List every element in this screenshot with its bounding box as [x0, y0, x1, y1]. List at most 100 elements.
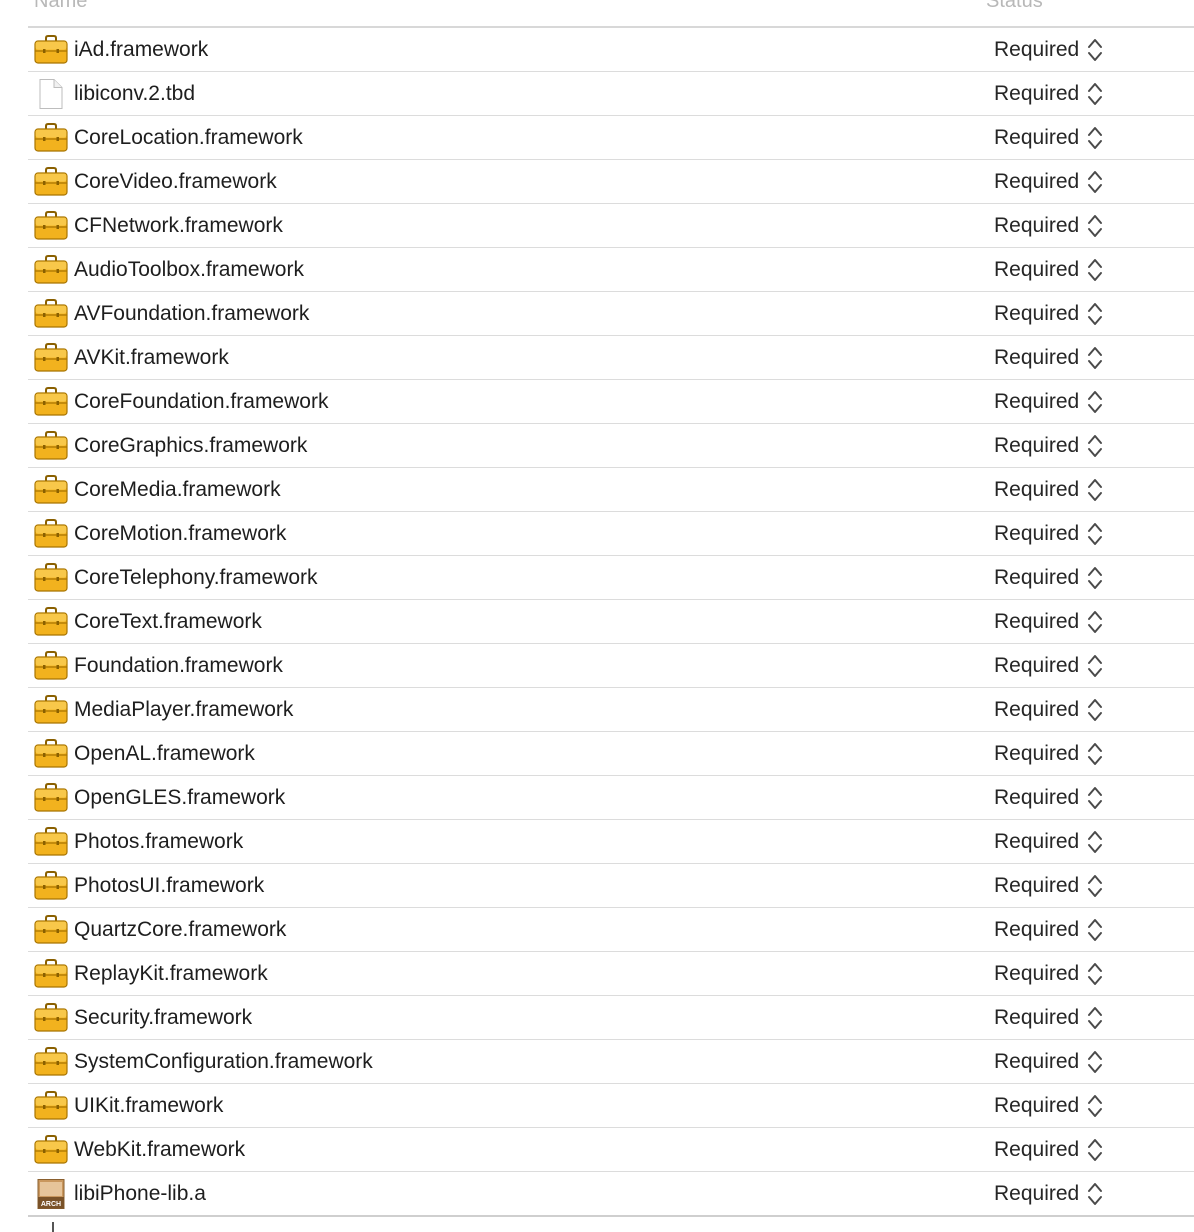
status-popup-button[interactable]: Required	[994, 424, 1103, 467]
status-label: Required	[994, 1094, 1080, 1117]
up-down-chevron-icon[interactable]	[1087, 608, 1103, 636]
table-row[interactable]: Security.framework Required	[28, 996, 1194, 1040]
status-popup-button[interactable]: Required	[994, 1128, 1103, 1171]
up-down-chevron-icon[interactable]	[1087, 916, 1103, 944]
up-down-chevron-icon[interactable]	[1087, 212, 1103, 240]
table-row[interactable]: AudioToolbox.framework Required	[28, 248, 1194, 292]
status-popup-button[interactable]: Required	[994, 952, 1103, 995]
framework-icon	[34, 827, 68, 857]
column-header-status[interactable]: Status	[986, 0, 1043, 13]
up-down-chevron-icon[interactable]	[1087, 696, 1103, 724]
up-down-chevron-icon[interactable]	[1087, 476, 1103, 504]
status-popup-button[interactable]: Required	[994, 908, 1103, 951]
status-popup-button[interactable]: Required	[994, 732, 1103, 775]
up-down-chevron-icon[interactable]	[1087, 960, 1103, 988]
status-label: Required	[994, 1006, 1080, 1029]
status-label: Required	[994, 258, 1080, 281]
file-name: Photos.framework	[74, 830, 244, 853]
status-popup-button[interactable]: Required	[994, 996, 1103, 1039]
up-down-chevron-icon[interactable]	[1087, 300, 1103, 328]
status-popup-button[interactable]: Required	[994, 248, 1103, 291]
file-name: CoreMotion.framework	[74, 522, 287, 545]
status-popup-button[interactable]: Required	[994, 820, 1103, 863]
table-row[interactable]: Photos.framework Required	[28, 820, 1194, 864]
table-row[interactable]: CoreFoundation.framework Required	[28, 380, 1194, 424]
table-row[interactable]: PhotosUI.framework Required	[28, 864, 1194, 908]
table-row[interactable]: QuartzCore.framework Required	[28, 908, 1194, 952]
status-popup-button[interactable]: Required	[994, 688, 1103, 731]
up-down-chevron-icon[interactable]	[1087, 1048, 1103, 1076]
table-row[interactable]: ReplayKit.framework Required	[28, 952, 1194, 996]
up-down-chevron-icon[interactable]	[1087, 168, 1103, 196]
archive-icon: ARCH	[34, 1179, 68, 1209]
table-row[interactable]: OpenAL.framework Required	[28, 732, 1194, 776]
up-down-chevron-icon[interactable]	[1087, 520, 1103, 548]
table-row[interactable]: UIKit.framework Required	[28, 1084, 1194, 1128]
up-down-chevron-icon[interactable]	[1087, 388, 1103, 416]
up-down-chevron-icon[interactable]	[1087, 784, 1103, 812]
file-name: CoreMedia.framework	[74, 478, 281, 501]
status-popup-button[interactable]: Required	[994, 600, 1103, 643]
table-row[interactable]: OpenGLES.framework Required	[28, 776, 1194, 820]
status-popup-button[interactable]: Required	[994, 160, 1103, 203]
status-popup-button[interactable]: Required	[994, 1084, 1103, 1127]
up-down-chevron-icon[interactable]	[1087, 1092, 1103, 1120]
table-row[interactable]: CoreLocation.framework Required	[28, 116, 1194, 160]
up-down-chevron-icon[interactable]	[1087, 1136, 1103, 1164]
up-down-chevron-icon[interactable]	[1087, 652, 1103, 680]
up-down-chevron-icon[interactable]	[1087, 124, 1103, 152]
file-name: Security.framework	[74, 1006, 253, 1029]
status-popup-button[interactable]: Required	[994, 864, 1103, 907]
up-down-chevron-icon[interactable]	[1087, 1004, 1103, 1032]
file-name: CoreVideo.framework	[74, 170, 277, 193]
status-popup-button[interactable]: Required	[994, 116, 1103, 159]
status-popup-button[interactable]: Required	[994, 468, 1103, 511]
status-popup-button[interactable]: Required	[994, 556, 1103, 599]
up-down-chevron-icon[interactable]	[1087, 432, 1103, 460]
status-popup-button[interactable]: Required	[994, 644, 1103, 687]
status-label: Required	[994, 214, 1080, 237]
table-row[interactable]: SystemConfiguration.framework Required	[28, 1040, 1194, 1084]
status-popup-button[interactable]: Required	[994, 336, 1103, 379]
up-down-chevron-icon[interactable]	[1087, 872, 1103, 900]
up-down-chevron-icon[interactable]	[1087, 828, 1103, 856]
status-popup-button[interactable]: Required	[994, 204, 1103, 247]
table-row[interactable]: CFNetwork.framework Required	[28, 204, 1194, 248]
table-row[interactable]: AVFoundation.framework Required	[28, 292, 1194, 336]
table-row[interactable]: CoreText.framework Required	[28, 600, 1194, 644]
up-down-chevron-icon[interactable]	[1087, 344, 1103, 372]
status-popup-button[interactable]: Required	[994, 72, 1103, 115]
up-down-chevron-icon[interactable]	[1087, 1180, 1103, 1208]
file-name: SystemConfiguration.framework	[74, 1050, 373, 1073]
table-row[interactable]: AVKit.framework Required	[28, 336, 1194, 380]
up-down-chevron-icon[interactable]	[1087, 740, 1103, 768]
table-row[interactable]: ARCH libiPhone-lib.a Required	[28, 1172, 1194, 1217]
table-row[interactable]: Foundation.framework Required	[28, 644, 1194, 688]
up-down-chevron-icon[interactable]	[1087, 80, 1103, 108]
up-down-chevron-icon[interactable]	[1087, 256, 1103, 284]
table-row[interactable]: libiconv.2.tbd Required	[28, 72, 1194, 116]
table-row[interactable]: CoreVideo.framework Required	[28, 160, 1194, 204]
status-popup-button[interactable]: Required	[994, 776, 1103, 819]
status-popup-button[interactable]: Required	[994, 380, 1103, 423]
table-row[interactable]: CoreTelephony.framework Required	[28, 556, 1194, 600]
status-popup-button[interactable]: Required	[994, 1172, 1103, 1215]
framework-icon	[34, 1003, 68, 1033]
status-popup-button[interactable]: Required	[994, 512, 1103, 555]
status-popup-button[interactable]: Required	[994, 292, 1103, 335]
file-name: OpenAL.framework	[74, 742, 255, 765]
table-row[interactable]: MediaPlayer.framework Required	[28, 688, 1194, 732]
status-label: Required	[994, 38, 1080, 61]
column-header-name[interactable]: Name	[34, 0, 87, 13]
framework-icon	[34, 1047, 68, 1077]
table-row[interactable]: CoreMedia.framework Required	[28, 468, 1194, 512]
table-row[interactable]: CoreMotion.framework Required	[28, 512, 1194, 556]
status-label: Required	[994, 742, 1080, 765]
status-popup-button[interactable]: Required	[994, 1040, 1103, 1083]
up-down-chevron-icon[interactable]	[1087, 36, 1103, 64]
table-row[interactable]: WebKit.framework Required	[28, 1128, 1194, 1172]
table-row[interactable]: iAd.framework Required	[28, 28, 1194, 72]
up-down-chevron-icon[interactable]	[1087, 564, 1103, 592]
status-popup-button[interactable]: Required	[994, 28, 1103, 71]
table-row[interactable]: CoreGraphics.framework Required	[28, 424, 1194, 468]
